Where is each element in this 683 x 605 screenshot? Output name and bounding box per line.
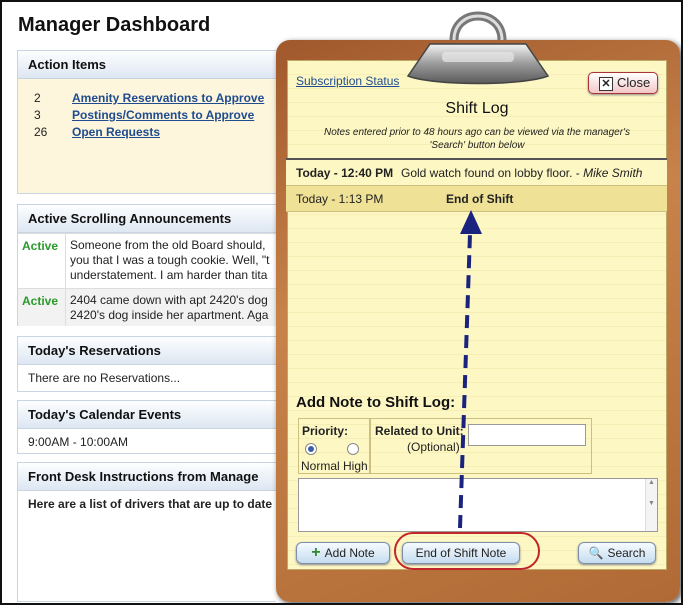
annotation-arrow-icon (458, 210, 482, 529)
screenshot-frame: Manager Dashboard Action Items 2 Amenity… (0, 0, 683, 605)
